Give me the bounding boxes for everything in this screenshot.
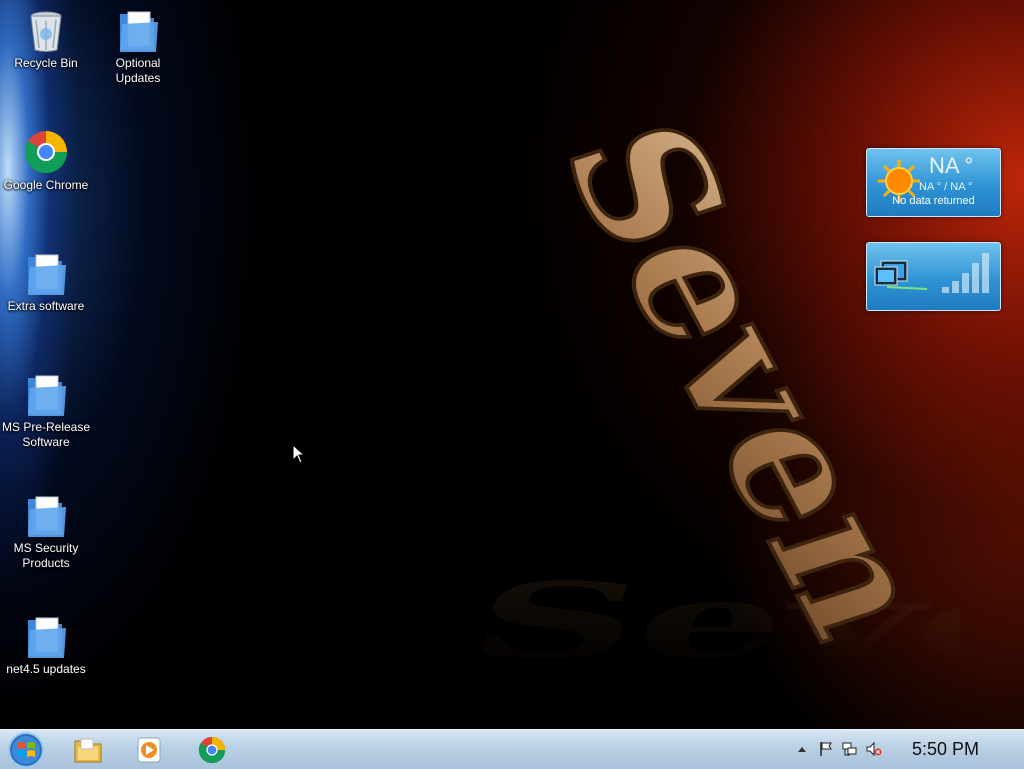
folder-icon [120, 11, 158, 52]
chrome-icon [24, 131, 67, 174]
weather-temperature: NA ° [929, 153, 974, 178]
weather-gadget[interactable]: NA ° NA ° / NA ° No data returned [866, 148, 1001, 217]
network-icon[interactable] [842, 741, 858, 757]
desktop-icon-label-line2: Products [22, 556, 70, 570]
taskbar-media-player[interactable] [124, 732, 176, 767]
desktop-icon-label: Extra software [7, 299, 85, 313]
desktop-icon-label-line1: MS Security [13, 541, 79, 555]
weather-high-low: NA ° / NA ° [919, 181, 973, 193]
taskbar-clock[interactable]: 5:50 PM [912, 739, 979, 760]
desktop-wallpaper: Seven Seven Recycle Bin Optional Updates [0, 0, 1024, 729]
chrome-icon [198, 736, 226, 764]
weather-status: No data returned [892, 195, 975, 207]
desktop-icon-label-line1: MS Pre-Release [1, 420, 91, 434]
desktop-icon-ms-security-products[interactable]: MS Security Products [0, 491, 92, 571]
media-player-icon [137, 737, 161, 763]
mouse-cursor-icon [292, 444, 306, 464]
desktop-icon-label-line1: Optional [115, 56, 161, 70]
desktop-icon-recycle-bin[interactable]: Recycle Bin [0, 6, 92, 71]
network-meter-gadget[interactable] [866, 242, 1001, 311]
desktop-icon-label: net4.5 updates [6, 662, 86, 676]
desktop-icon-google-chrome[interactable]: Google Chrome [0, 128, 92, 193]
network-meter-icon [874, 253, 989, 293]
volume-muted-icon[interactable] [866, 741, 882, 757]
file-explorer-icon [74, 738, 102, 763]
desktop-icon-optional-updates[interactable]: Optional Updates [92, 6, 184, 86]
desktop-icon-ms-pre-release-software[interactable]: MS Pre-Release Software [0, 370, 92, 450]
folder-icon [28, 617, 66, 658]
windows-start-icon[interactable] [6, 731, 46, 769]
recycle-bin-icon [30, 11, 62, 52]
taskbar-file-explorer[interactable] [62, 732, 114, 767]
desktop-icon-label: Google Chrome [3, 178, 89, 192]
taskbar: 5:50 PM [0, 729, 1024, 769]
desktop-icon-label-line2: Software [22, 435, 70, 449]
desktop-icon-net45-updates[interactable]: net4.5 updates [0, 612, 92, 677]
desktop-icon-label-line2: Updates [115, 71, 161, 85]
desktop-icon-label: Recycle Bin [14, 56, 78, 70]
folder-icon [28, 254, 66, 295]
desktop-icon-extra-software[interactable]: Extra software [0, 249, 92, 314]
folder-icon [28, 496, 66, 537]
show-hidden-icons-arrow[interactable] [794, 741, 810, 757]
folder-icon [28, 375, 66, 416]
taskbar-google-chrome[interactable] [186, 732, 238, 767]
action-center-flag-icon[interactable] [818, 741, 834, 757]
